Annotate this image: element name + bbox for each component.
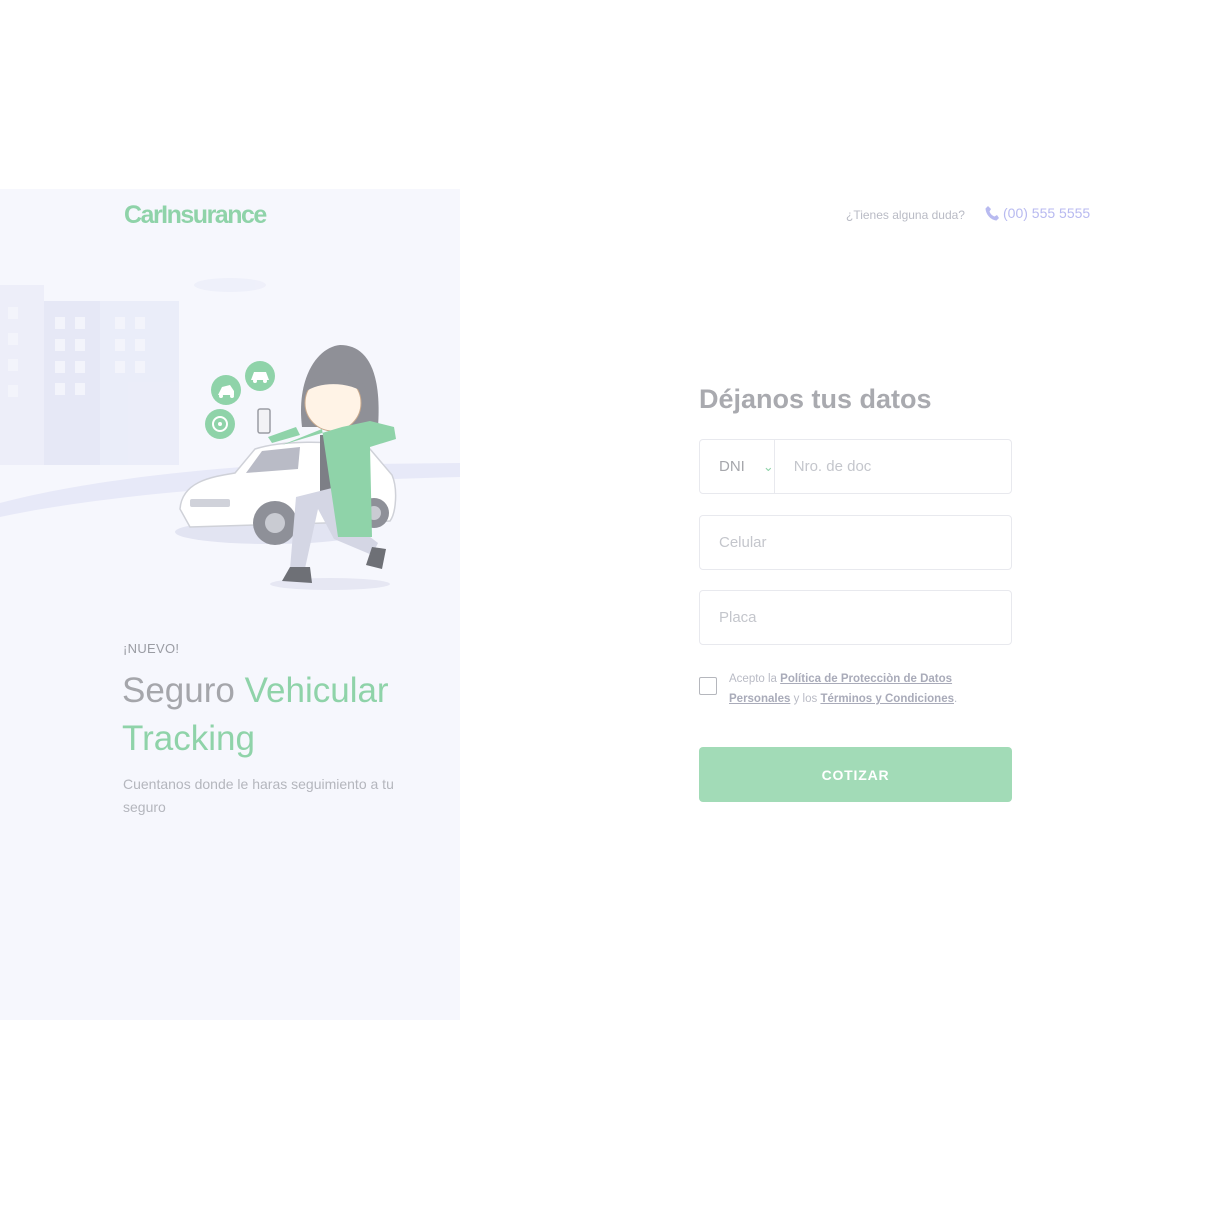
help-text: ¿Tienes alguna duda? bbox=[846, 208, 965, 222]
quote-button[interactable]: COTIZAR bbox=[699, 747, 1012, 802]
phone-number[interactable]: (00) 555 5555 bbox=[1003, 205, 1090, 221]
hero-title-part1: Seguro bbox=[122, 671, 235, 710]
phone-input[interactable] bbox=[700, 516, 1011, 569]
terms-link[interactable]: Términos y Condiciones bbox=[820, 693, 954, 705]
new-badge: ¡NUEVO! bbox=[123, 641, 180, 656]
phone-icon bbox=[257, 408, 271, 434]
steering-wheel-icon bbox=[205, 409, 235, 439]
plate-field bbox=[699, 590, 1012, 645]
quote-form: Déjanos tus datos DNI ⌄ Acepto la Políti… bbox=[699, 379, 1012, 802]
document-field: DNI ⌄ bbox=[699, 439, 1012, 494]
hero-panel: CarInsurance ¡NUEVO! Seguro Vehicular Tr… bbox=[0, 189, 460, 1020]
consent-checkbox[interactable] bbox=[699, 677, 717, 695]
car-icon bbox=[245, 361, 275, 391]
hero-title: Seguro Vehicular Tracking bbox=[122, 667, 442, 763]
consent-middle: y los bbox=[793, 693, 818, 705]
phone-field bbox=[699, 515, 1012, 570]
phone-link[interactable]: (00) 555 5555 bbox=[985, 205, 1090, 221]
doc-type-select[interactable]: DNI ⌄ bbox=[700, 440, 775, 493]
phone-icon bbox=[985, 206, 999, 221]
consent-suffix: . bbox=[954, 693, 958, 705]
hero-subtitle: Cuentanos donde le haras seguimiento a t… bbox=[123, 776, 394, 815]
tow-truck-icon bbox=[211, 375, 241, 405]
consent-row: Acepto la Política de Protecciòn de Dato… bbox=[699, 669, 1012, 709]
doc-type-value: DNI bbox=[719, 458, 745, 475]
consent-text: Acepto la Política de Protecciòn de Dato… bbox=[729, 669, 1012, 709]
chevron-down-icon: ⌄ bbox=[762, 458, 774, 474]
doc-number-input[interactable] bbox=[774, 440, 1012, 493]
consent-prefix: Acepto la bbox=[729, 673, 777, 685]
form-title: Déjanos tus datos bbox=[699, 384, 932, 414]
logo[interactable]: CarInsurance bbox=[124, 201, 267, 230]
plate-input[interactable] bbox=[700, 591, 1011, 644]
quote-page: CarInsurance ¡NUEVO! Seguro Vehicular Tr… bbox=[0, 189, 1209, 1020]
hero-illustration bbox=[0, 278, 460, 590]
